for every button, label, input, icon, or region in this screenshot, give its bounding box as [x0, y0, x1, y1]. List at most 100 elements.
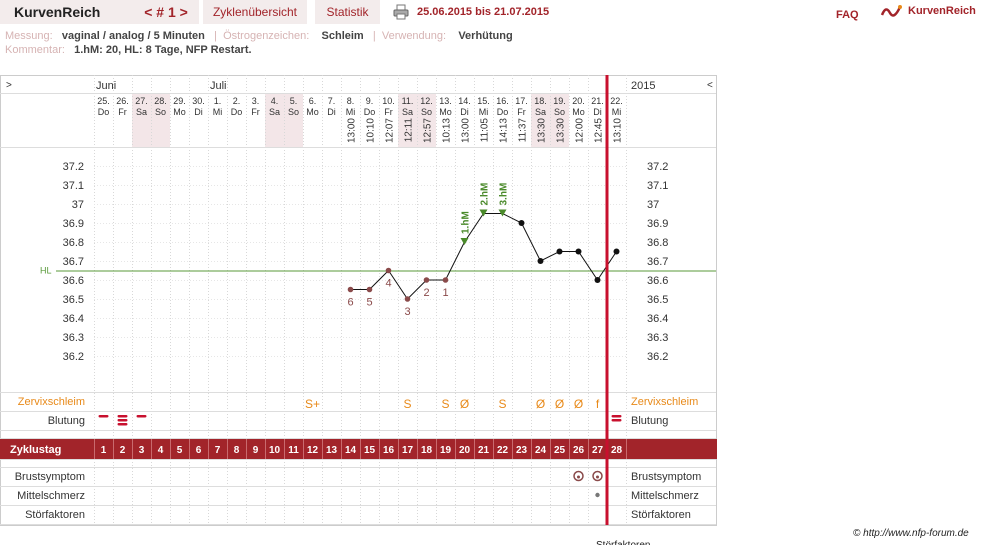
day-number: 21.: [591, 96, 604, 106]
weekday-label: Do: [364, 107, 376, 117]
bleeding-mark: [98, 415, 109, 418]
y-tick-label: 36.6: [63, 275, 84, 287]
cycle-day-number: 11: [288, 445, 299, 456]
midpain-row-label: Mittelschmerz: [17, 490, 85, 502]
breast-row-label-right: Brustsymptom: [631, 471, 701, 483]
y-tick-label: 37.1: [63, 180, 84, 192]
temperature-point: [594, 277, 601, 283]
weekday-label: Di: [593, 107, 602, 117]
cervix-mark: S: [441, 397, 449, 411]
day-number: 2.: [233, 96, 241, 106]
cycle-day-number: 23: [516, 445, 528, 456]
day-number: 19.: [553, 96, 566, 106]
measurement-time: 12:00: [575, 118, 586, 143]
y-tick-label: 36.8: [63, 237, 84, 249]
weekday-label: So: [288, 107, 299, 117]
midpain-mark: [595, 492, 600, 498]
cycle-day-row-label: Zyklustag: [10, 444, 61, 456]
weekday-label: Di: [460, 107, 469, 117]
cervix-mark: Ø: [460, 397, 469, 411]
cycle-day-number: 19: [440, 445, 452, 456]
month-label: Juli: [210, 80, 227, 92]
current-day-marker: [605, 75, 609, 525]
cycle-day-number: 4: [158, 445, 164, 456]
y-tick-label: 36.5: [63, 294, 84, 306]
higher-measurement-label: 2.hM: [480, 183, 491, 206]
cycle-day-number: 1: [101, 445, 107, 456]
cycle-day-number: 5: [177, 445, 183, 456]
bleeding-row-label-right: Blutung: [631, 415, 668, 427]
y-tick-label-right: 36.3: [647, 332, 668, 344]
cycle-day-number: 16: [383, 445, 395, 456]
cycle-day-number: 15: [364, 445, 376, 456]
cycle-day-number: 20: [459, 445, 471, 456]
measurement-time: 13:30: [537, 118, 548, 143]
cycle-chart: > <2015Juni Juli25.Do26.Fr27.Sa28.So29.Mo3…: [0, 75, 717, 545]
cycle-day-number: 3: [139, 445, 145, 456]
cycle-day-number: 21: [478, 445, 490, 456]
measurement-time: 13:30: [556, 118, 567, 143]
weekday-label: Mo: [572, 107, 585, 117]
day-number: 8.: [347, 96, 355, 106]
cycle-day-number: 9: [253, 445, 259, 456]
cycle-day-number: 22: [497, 445, 509, 456]
day-number: 18.: [534, 96, 547, 106]
cervix-row-label: Zervixschleim: [18, 396, 85, 408]
y-tick-label: 37.2: [63, 161, 84, 173]
measurement-time: 14:13: [499, 118, 510, 143]
weekday-label: Sa: [269, 107, 280, 117]
cycle-day-number: 10: [269, 445, 281, 456]
day-number: 14.: [458, 96, 471, 106]
low-level-number: 3: [404, 306, 410, 318]
weekday-label: So: [155, 107, 166, 117]
cycle-day-number: 14: [345, 445, 357, 456]
bleeding-mark: [611, 415, 622, 418]
temperature-point: [442, 277, 449, 283]
bleeding-mark: [117, 423, 128, 426]
y-tick-label-right: 36.8: [647, 237, 668, 249]
weekday-label: Mo: [173, 107, 186, 117]
y-tick-label: 37: [72, 199, 84, 211]
day-number: 16.: [496, 96, 509, 106]
measurement-time: 10:13: [442, 118, 453, 143]
y-tick-label-right: 36.6: [647, 275, 668, 287]
weekday-label: So: [554, 107, 565, 117]
hl-label: HL: [40, 266, 52, 276]
cycle-day-number: 12: [307, 445, 319, 456]
weekday-label: Fr: [118, 107, 127, 117]
y-tick-label-right: 36.9: [647, 218, 668, 230]
cervix-mark: S+: [305, 397, 320, 411]
temperature-point: [613, 248, 620, 255]
weekday-label: Mi: [213, 107, 223, 117]
cycle-day-number: 24: [535, 445, 547, 456]
bleeding-mark: [136, 415, 147, 418]
y-tick-label: 36.3: [63, 332, 84, 344]
day-number: 29.: [173, 96, 186, 106]
day-number: 13.: [439, 96, 452, 106]
breast-row-label: Brustsymptom: [15, 471, 85, 483]
temperature-point: [518, 220, 525, 226]
higher-measurement-label: 3.hM: [499, 183, 510, 206]
cycle-day-number: 27: [592, 445, 604, 456]
day-number: 20.: [572, 96, 585, 106]
measurement-time: 13:00: [347, 118, 358, 143]
measurement-time: 12:45: [594, 118, 605, 143]
weekday-label: Do: [497, 107, 509, 117]
month-label: Juni: [96, 80, 116, 92]
measurement-time: 12:57: [423, 118, 434, 143]
weekday-label: Fr: [517, 107, 526, 117]
breast-symptom-icon: [596, 475, 599, 479]
day-number: 28.: [154, 96, 167, 106]
day-number: 6.: [309, 96, 317, 106]
weekday-label: Mo: [439, 107, 452, 117]
cycle-day-number: 7: [215, 445, 221, 456]
weekday-label: Fr: [251, 107, 260, 117]
scroll-right-arrow: >: [6, 80, 12, 91]
cycle-day-number: 2: [120, 445, 126, 456]
temperature-point: [404, 296, 411, 302]
y-tick-label-right: 37: [647, 199, 659, 211]
y-tick-label-right: 37.2: [647, 161, 668, 173]
low-level-number: 1: [442, 287, 448, 299]
cycle-day-number: 17: [402, 445, 414, 456]
weekday-label: Do: [231, 107, 243, 117]
